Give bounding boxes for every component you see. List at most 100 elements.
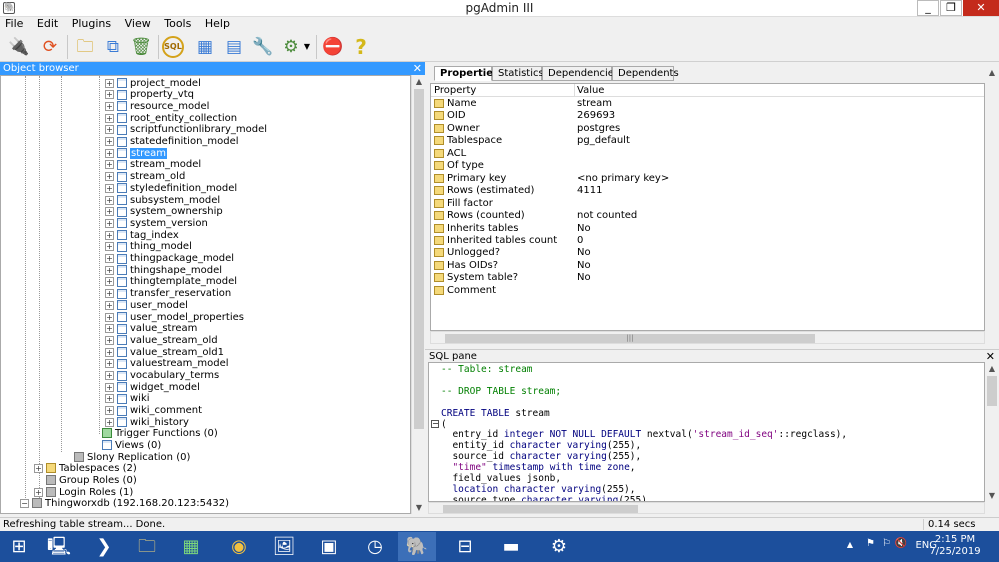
property-row[interactable]: Rows (estimated) 4111 (431, 185, 984, 197)
object-browser-tree[interactable]: + project_model + property_vtq + resource_mod… (0, 75, 411, 514)
tree-node-server[interactable]: − Thingworxdb (192.168.20.123:5432) (20, 497, 229, 509)
plugin-dropdown-icon[interactable]: ▼ (302, 34, 312, 60)
close-button[interactable]: ✕ (963, 0, 999, 16)
expand-icon[interactable]: + (105, 312, 114, 322)
object-browser-scrollbar[interactable]: ▲ ▼ (411, 75, 425, 514)
plugin-icon[interactable]: ⚙ (278, 34, 304, 60)
menu-plugins[interactable]: Plugins (67, 17, 116, 31)
powershell-icon[interactable]: ❯ (85, 532, 123, 561)
tree-node-table[interactable]: + value_stream_old (105, 334, 218, 346)
expand-icon[interactable]: + (105, 324, 114, 334)
tree-node-table[interactable]: + statedefinition_model (105, 136, 239, 148)
expand-icon[interactable]: + (105, 335, 114, 345)
file-explorer-icon[interactable]: 🗀 (128, 532, 166, 561)
column-separator[interactable] (574, 84, 575, 97)
settings-gear-icon[interactable]: ⚙ (540, 532, 578, 561)
fold-icon[interactable]: − (431, 420, 439, 428)
sql-icon[interactable]: SQL (162, 36, 184, 58)
tree-node-table[interactable]: + system_ownership (105, 206, 223, 218)
tree-node-table[interactable]: + resource_model (105, 100, 209, 112)
photos-icon[interactable]: ▣ (310, 532, 348, 561)
scroll-down-icon[interactable]: ▼ (412, 501, 426, 514)
expand-icon[interactable]: + (105, 160, 114, 170)
properties-scrollbar[interactable]: ▲ (985, 62, 999, 345)
tab-properties[interactable]: Properties (434, 66, 499, 81)
property-row[interactable]: Inherited tables count 0 (431, 235, 984, 247)
property-row[interactable]: Primary key <no primary key> (431, 173, 984, 185)
expand-icon[interactable]: + (105, 382, 114, 392)
sql-scrollbar[interactable]: ▲ ▼ (985, 362, 999, 502)
windows-start-icon[interactable]: ⊞ (0, 532, 38, 561)
scrollbar-thumb[interactable]: ||| (445, 334, 815, 343)
store-icon[interactable]: ▦ (172, 532, 210, 561)
expand-icon[interactable]: + (105, 265, 114, 275)
tab-dependencies[interactable]: Dependencies (542, 66, 619, 81)
plug-icon[interactable]: 🔌 (6, 34, 32, 60)
expand-icon[interactable]: + (105, 218, 114, 228)
expand-icon[interactable]: + (105, 125, 114, 135)
tree-node-group-roles[interactable]: Group Roles (0) (46, 474, 137, 486)
copy-icon[interactable]: ⧉ (100, 34, 126, 60)
filter-icon[interactable]: ▤ (221, 34, 247, 60)
property-row[interactable]: Rows (counted) not counted (431, 210, 984, 222)
image-viewer-icon[interactable]: 🖼 (265, 532, 303, 561)
refresh-icon[interactable]: ⟳ (37, 34, 63, 60)
scroll-up-icon[interactable]: ▲ (985, 362, 999, 375)
tree-node-table[interactable]: + widget_model (105, 381, 200, 393)
help-icon[interactable]: ? (348, 34, 374, 60)
menu-help[interactable]: Help (200, 17, 235, 31)
scroll-up-icon[interactable]: ▲ (412, 75, 426, 88)
tree-node-table[interactable]: + value_stream_old1 (105, 346, 224, 358)
cmd-icon[interactable]: ▬ (492, 532, 530, 561)
clock-app-icon[interactable]: ◷ (356, 532, 394, 561)
menu-tools[interactable]: Tools (159, 17, 196, 31)
scrollbar-thumb[interactable] (414, 89, 424, 429)
menu-edit[interactable]: Edit (32, 17, 63, 31)
expand-icon[interactable]: + (105, 254, 114, 263)
tree-node-table[interactable]: + stream_old (105, 171, 185, 183)
expand-icon[interactable]: + (34, 487, 43, 497)
tree-node-table[interactable]: + transfer_reservation (105, 288, 231, 300)
property-row[interactable]: Inherits tables No (431, 223, 984, 235)
expand-icon[interactable]: + (105, 113, 114, 123)
tray-network-icon[interactable]: ⚑ (866, 538, 875, 549)
tree-node-table[interactable]: + root_entity_collection (105, 112, 237, 124)
tray-chevron-icon[interactable]: ▲ (847, 540, 853, 549)
expand-icon[interactable]: + (105, 406, 114, 416)
tree-node-table[interactable]: + user_model_properties (105, 311, 244, 323)
property-row[interactable]: ACL (431, 148, 984, 160)
tree-node-table[interactable]: + stream (105, 147, 168, 159)
tree-node-table[interactable]: + system_version (105, 217, 208, 229)
expand-icon[interactable]: + (105, 277, 114, 287)
tree-node-table[interactable]: + wiki (105, 393, 150, 405)
tree-node-table[interactable]: + scriptfunctionlibrary_model (105, 124, 267, 136)
minimize-button[interactable]: _ (917, 0, 939, 16)
tree-node-table[interactable]: + vocabulary_terms (105, 370, 219, 382)
tree-node-table[interactable]: + thingpackage_model (105, 253, 234, 265)
tree-node-views[interactable]: Views (0) (102, 439, 161, 451)
expand-icon[interactable]: + (105, 101, 114, 111)
tray-clock[interactable]: 2:15 PM 7/25/2019 (925, 534, 985, 558)
scrollbar-thumb[interactable] (443, 505, 638, 513)
maximize-button[interactable]: ❐ (940, 0, 962, 16)
property-row[interactable]: OID 269693 (431, 110, 984, 122)
property-row[interactable]: Of type (431, 160, 984, 172)
scrollbar-thumb[interactable] (987, 376, 997, 406)
property-row[interactable]: Has OIDs? No (431, 260, 984, 272)
tree-node-table[interactable]: + thing_model (105, 241, 192, 253)
folder-icon[interactable]: 🗀 (72, 34, 98, 60)
column-header-value[interactable]: Value (577, 85, 604, 96)
tree-node-tablespaces[interactable]: + Tablespaces (2) (34, 462, 137, 474)
property-row[interactable]: Name stream (431, 98, 984, 110)
tree-node-table[interactable]: + stream_model (105, 159, 201, 171)
expand-icon[interactable]: + (105, 183, 114, 193)
property-row[interactable]: Fill factor (431, 198, 984, 210)
scroll-down-icon[interactable]: ▼ (985, 489, 999, 502)
grid-icon[interactable]: ▦ (192, 34, 218, 60)
expand-icon[interactable]: + (105, 394, 114, 404)
expand-icon[interactable]: + (105, 347, 114, 357)
tray-volume-icon[interactable]: 🔇 (895, 538, 907, 549)
expand-icon[interactable]: + (105, 78, 114, 88)
expand-icon[interactable]: + (105, 195, 114, 205)
collapse-icon[interactable]: − (20, 498, 29, 508)
